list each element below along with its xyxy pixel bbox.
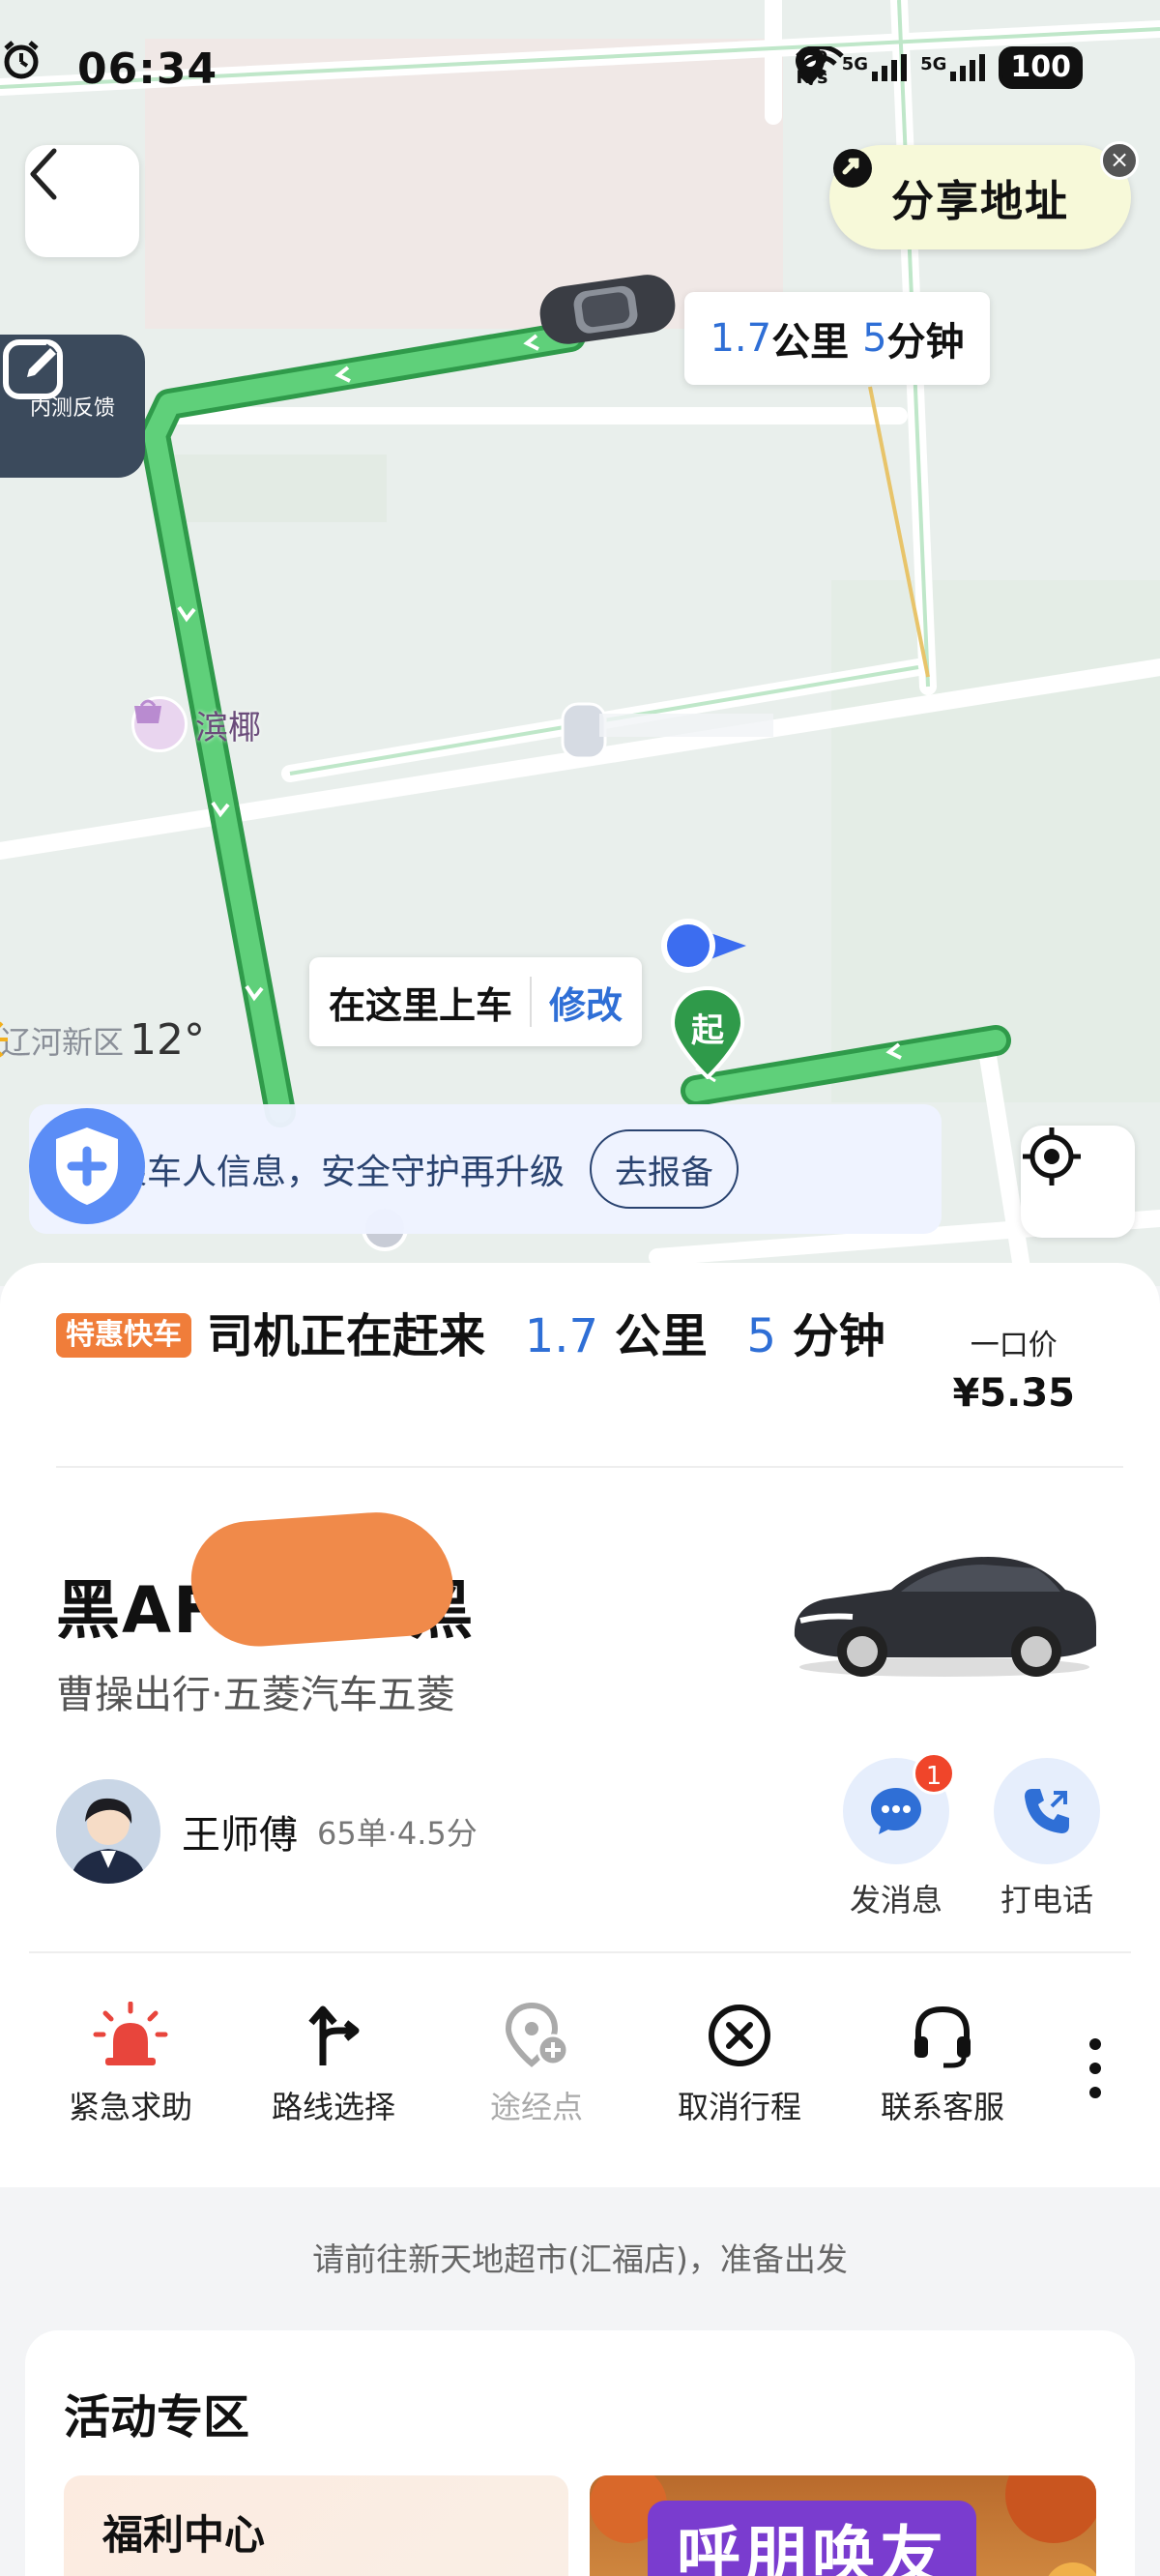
chevron-left-icon xyxy=(30,148,57,200)
welfare-title: 福利中心 xyxy=(102,2511,266,2559)
waypoint-button[interactable]: 途经点 xyxy=(435,2002,638,2127)
cancel-icon xyxy=(709,2005,770,2066)
beta-feedback-button[interactable]: 内测反馈 xyxy=(0,335,145,478)
signal-icon-2: 5G xyxy=(920,54,986,81)
message-label: 发消息 xyxy=(849,1882,942,1918)
headset-icon xyxy=(914,2005,971,2068)
divider xyxy=(56,1466,1123,1468)
alarm-icon xyxy=(93,2002,168,2065)
edit-icon xyxy=(3,339,63,399)
status-time: 06:34 xyxy=(77,44,218,94)
shop-icon xyxy=(131,696,188,752)
car-image xyxy=(794,1557,1096,1677)
edit-pickup-button[interactable]: 修改 xyxy=(549,976,623,1029)
service-tag: 特惠快车 xyxy=(56,1313,191,1358)
share-address-button[interactable]: 分享地址 × xyxy=(829,141,1139,249)
pickup-label: 在这里上车 xyxy=(329,983,513,1027)
driver-info[interactable]: 王师傅 65单·4.5分 xyxy=(56,1779,478,1884)
emergency-button[interactable]: 紧急求助 xyxy=(29,2002,232,2127)
battery-indicator: 100 xyxy=(999,46,1083,89)
car-description: 曹操出行·五菱汽车五菱 xyxy=(56,1673,455,1717)
more-options-icon[interactable] xyxy=(1081,2034,1110,2102)
price-box[interactable]: 一口价 ¥5.35 xyxy=(952,1321,1075,1416)
avatar xyxy=(56,1779,160,1884)
activity-title: 活动专区 xyxy=(64,2390,250,2444)
plate-redaction xyxy=(187,1507,457,1652)
route-icon xyxy=(308,2005,360,2065)
weather-widget: 辽河新区 12° xyxy=(0,1015,205,1065)
start-pin: 起 xyxy=(671,986,744,1079)
call-button[interactable]: 打电话 xyxy=(990,1758,1104,1920)
weather-temperature: 12° xyxy=(130,1015,206,1065)
back-button[interactable] xyxy=(25,145,139,257)
map-view[interactable]: 06:34 6.9 K/s 5G xyxy=(0,0,1160,1286)
driver-stats: 65单·4.5分 xyxy=(317,1815,478,1852)
weather-district: 辽河新区 xyxy=(0,1023,125,1061)
safety-banner[interactable]: 报备乘车人信息，安全守护再升级 去报备 xyxy=(29,1104,942,1234)
chat-bubble-icon xyxy=(871,1788,921,1834)
cancel-trip-button[interactable]: 取消行程 xyxy=(638,2002,841,2127)
wifi-icon xyxy=(796,46,844,79)
welfare-center-card[interactable]: 福利中心 xyxy=(64,2475,568,2576)
phone-icon xyxy=(1025,1789,1069,1833)
shield-icon xyxy=(29,1108,145,1224)
report-button[interactable]: 去报备 xyxy=(590,1129,740,1209)
call-label: 打电话 xyxy=(1000,1882,1093,1918)
sun-icon xyxy=(0,1021,8,1058)
poi-label: 滨椰 xyxy=(195,708,261,747)
price-value: ¥5.35 xyxy=(952,1371,1075,1416)
share-address-label: 分享地址 xyxy=(891,177,1069,226)
trip-sheet: 特惠快车司机正在赶来 1.7 公里 5 分钟 一口价 ¥5.35 黑AF·黑 曹… xyxy=(0,1263,1160,2187)
departure-hint: 请前往新天地超市(汇福店)，准备出发 xyxy=(312,2240,848,2278)
promo-title: 呼朋唤友 xyxy=(648,2501,976,2576)
poi-marker[interactable]: 滨椰 xyxy=(131,696,261,752)
price-label: 一口价 xyxy=(970,1329,1058,1362)
trip-status: 特惠快车 司机正在赶来 1.7 公里 5 分钟 xyxy=(56,1303,887,1369)
signal-icon-1: 5G xyxy=(842,54,908,81)
divider xyxy=(29,1951,1131,1953)
unread-badge: 1 xyxy=(913,1752,955,1795)
pickup-bubble: 在这里上车 修改 xyxy=(309,957,643,1046)
driver-name: 王师傅 xyxy=(182,1813,298,1858)
waypoint-icon xyxy=(505,2002,569,2067)
alarm-clock-icon xyxy=(4,41,39,79)
customer-service-button[interactable]: 联系客服 xyxy=(841,2002,1044,2127)
user-location-marker xyxy=(661,919,746,973)
action-bar: 紧急求助 路线选择 途经点 取消行程 联系客服 xyxy=(29,2002,1141,2127)
share-icon xyxy=(833,149,872,188)
invite-friends-banner[interactable]: 呼朋唤友 xyxy=(590,2475,1096,2576)
crosshair-icon xyxy=(1023,1127,1081,1186)
eta-bubble: 1.7 公里 5 分钟 xyxy=(684,292,990,385)
message-button[interactable]: 1 发消息 xyxy=(839,1752,955,1920)
locate-me-button[interactable] xyxy=(1021,1126,1135,1238)
status-bar: 06:34 6.9 K/s 5G xyxy=(0,39,1160,106)
status-icons: 6.9 K/s 5G 5G 100 xyxy=(796,46,1083,89)
route-select-button[interactable]: 路线选择 xyxy=(232,2002,435,2127)
license-plate: 黑AF·黑 xyxy=(56,1507,476,1652)
activity-section: 活动专区 福利中心 呼朋唤友 xyxy=(25,2330,1135,2576)
close-icon[interactable]: × xyxy=(1100,141,1139,180)
